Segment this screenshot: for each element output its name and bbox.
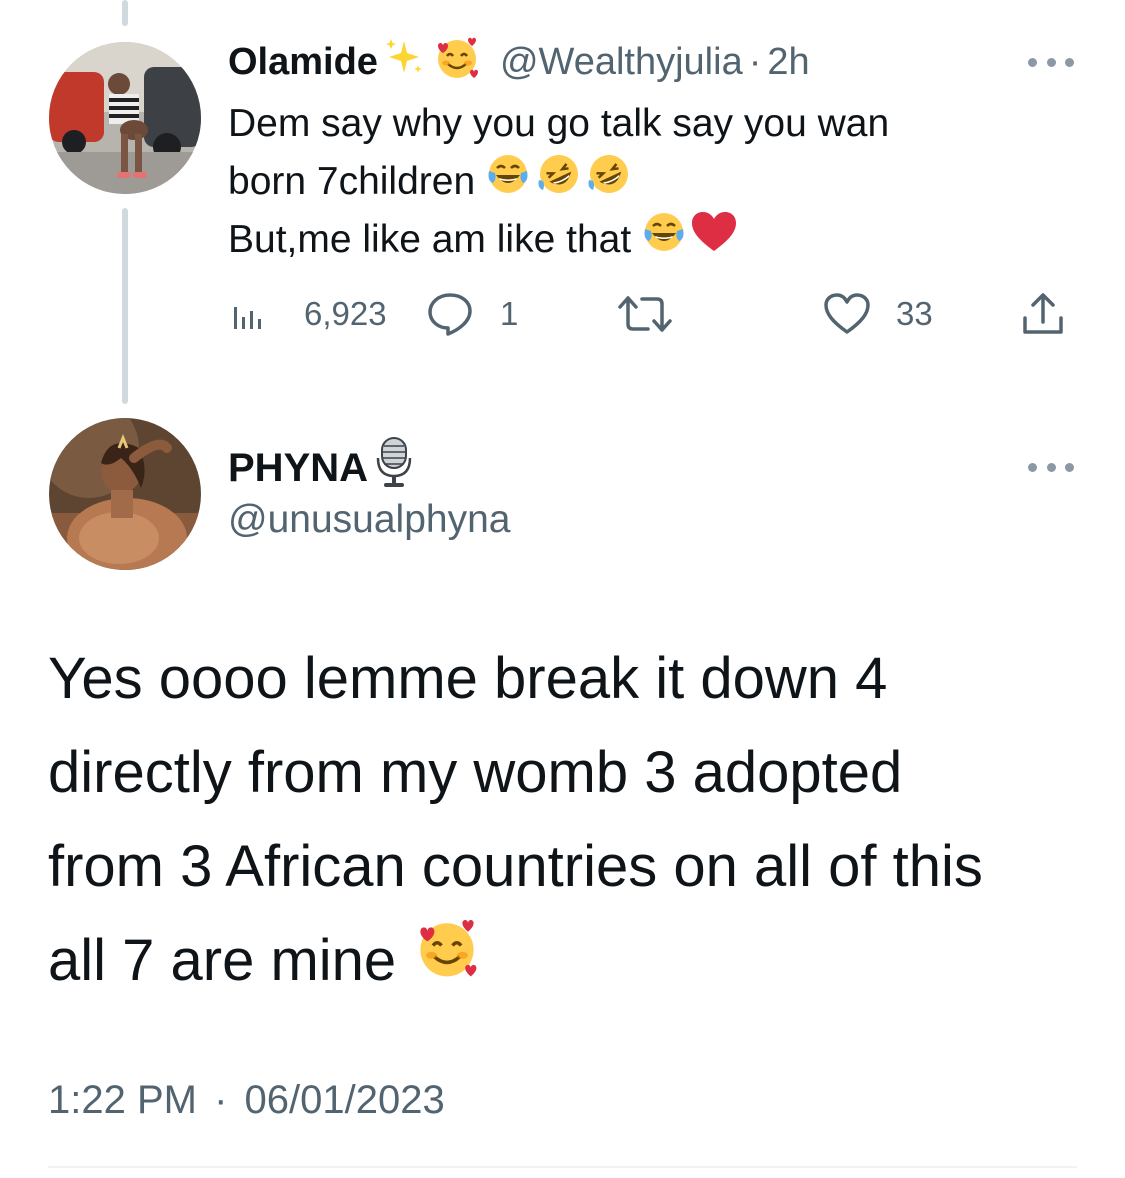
tears-of-joy-icon [485,151,531,214]
main-line-4: all 7 are mine [48,928,397,993]
author-handle[interactable]: @Wealthyjulia [500,41,743,84]
retweet-icon [618,294,672,334]
time-ago[interactable]: 2h [767,41,809,84]
main-line-2: directly from my womb 3 adopted [48,740,903,805]
reply-tweet-header: Olamide @Wealthyjulia · 2h [228,35,810,89]
author-handle[interactable]: @unusualphyna [228,498,510,542]
reply-line-3: But,me like am like that [228,218,632,261]
views-button[interactable]: 6,923 [232,288,387,340]
thread-line-connector [122,208,128,404]
reply-tweet-text: Dem say why you go talk say you wan born… [228,95,1048,269]
thread-line-top [122,0,128,26]
tweet-timestamp[interactable]: 1:22 PM · 06/01/2023 [48,1078,445,1123]
reply-line-1: Dem say why you go talk say you wan [228,102,890,145]
tweet-date: 06/01/2023 [244,1078,445,1122]
reply-tweet-actions: 6,923 1 33 [228,288,1078,340]
studio-microphone-icon [374,436,414,500]
main-tweet-text: Yes oooo lemme break it down 4 directly … [48,632,1098,1008]
replies-count: 1 [500,295,519,332]
smiling-face-with-hearts-icon [412,912,482,1010]
divider [48,1166,1077,1168]
author-name[interactable]: Olamide [228,41,378,84]
tweet-time: 1:22 PM [48,1078,197,1122]
more-options-icon[interactable] [1028,56,1074,68]
heart-icon [822,292,872,336]
avatar-olamide[interactable] [49,42,201,194]
main-tweet-author[interactable]: PHYNA [228,437,414,493]
retweet-button[interactable] [618,288,672,340]
more-options-icon[interactable] [1028,461,1074,473]
tears-of-joy-icon [641,209,687,272]
likes-count: 33 [896,295,933,332]
separator-dot: · [748,40,762,83]
smiling-face-with-hearts-icon [432,32,482,92]
views-count: 6,923 [304,295,387,332]
avatar-phyna[interactable] [49,418,201,570]
author-name[interactable]: PHYNA [228,446,368,491]
analytics-icon [232,299,264,329]
reply-button[interactable]: 1 [426,288,518,340]
reply-line-2: born 7children [228,160,476,203]
rofl-icon [585,150,633,215]
separator-dot: · [214,1078,228,1122]
share-icon [1020,292,1066,336]
share-button[interactable] [1020,288,1066,340]
main-line-1: Yes oooo lemme break it down 4 [48,646,888,711]
red-heart-icon [689,209,739,272]
reply-icon [426,291,474,337]
sparkles-icon [382,35,426,89]
main-line-3: from 3 African countries on all of this [48,834,983,899]
like-button[interactable]: 33 [822,288,933,340]
rofl-icon [535,150,583,215]
